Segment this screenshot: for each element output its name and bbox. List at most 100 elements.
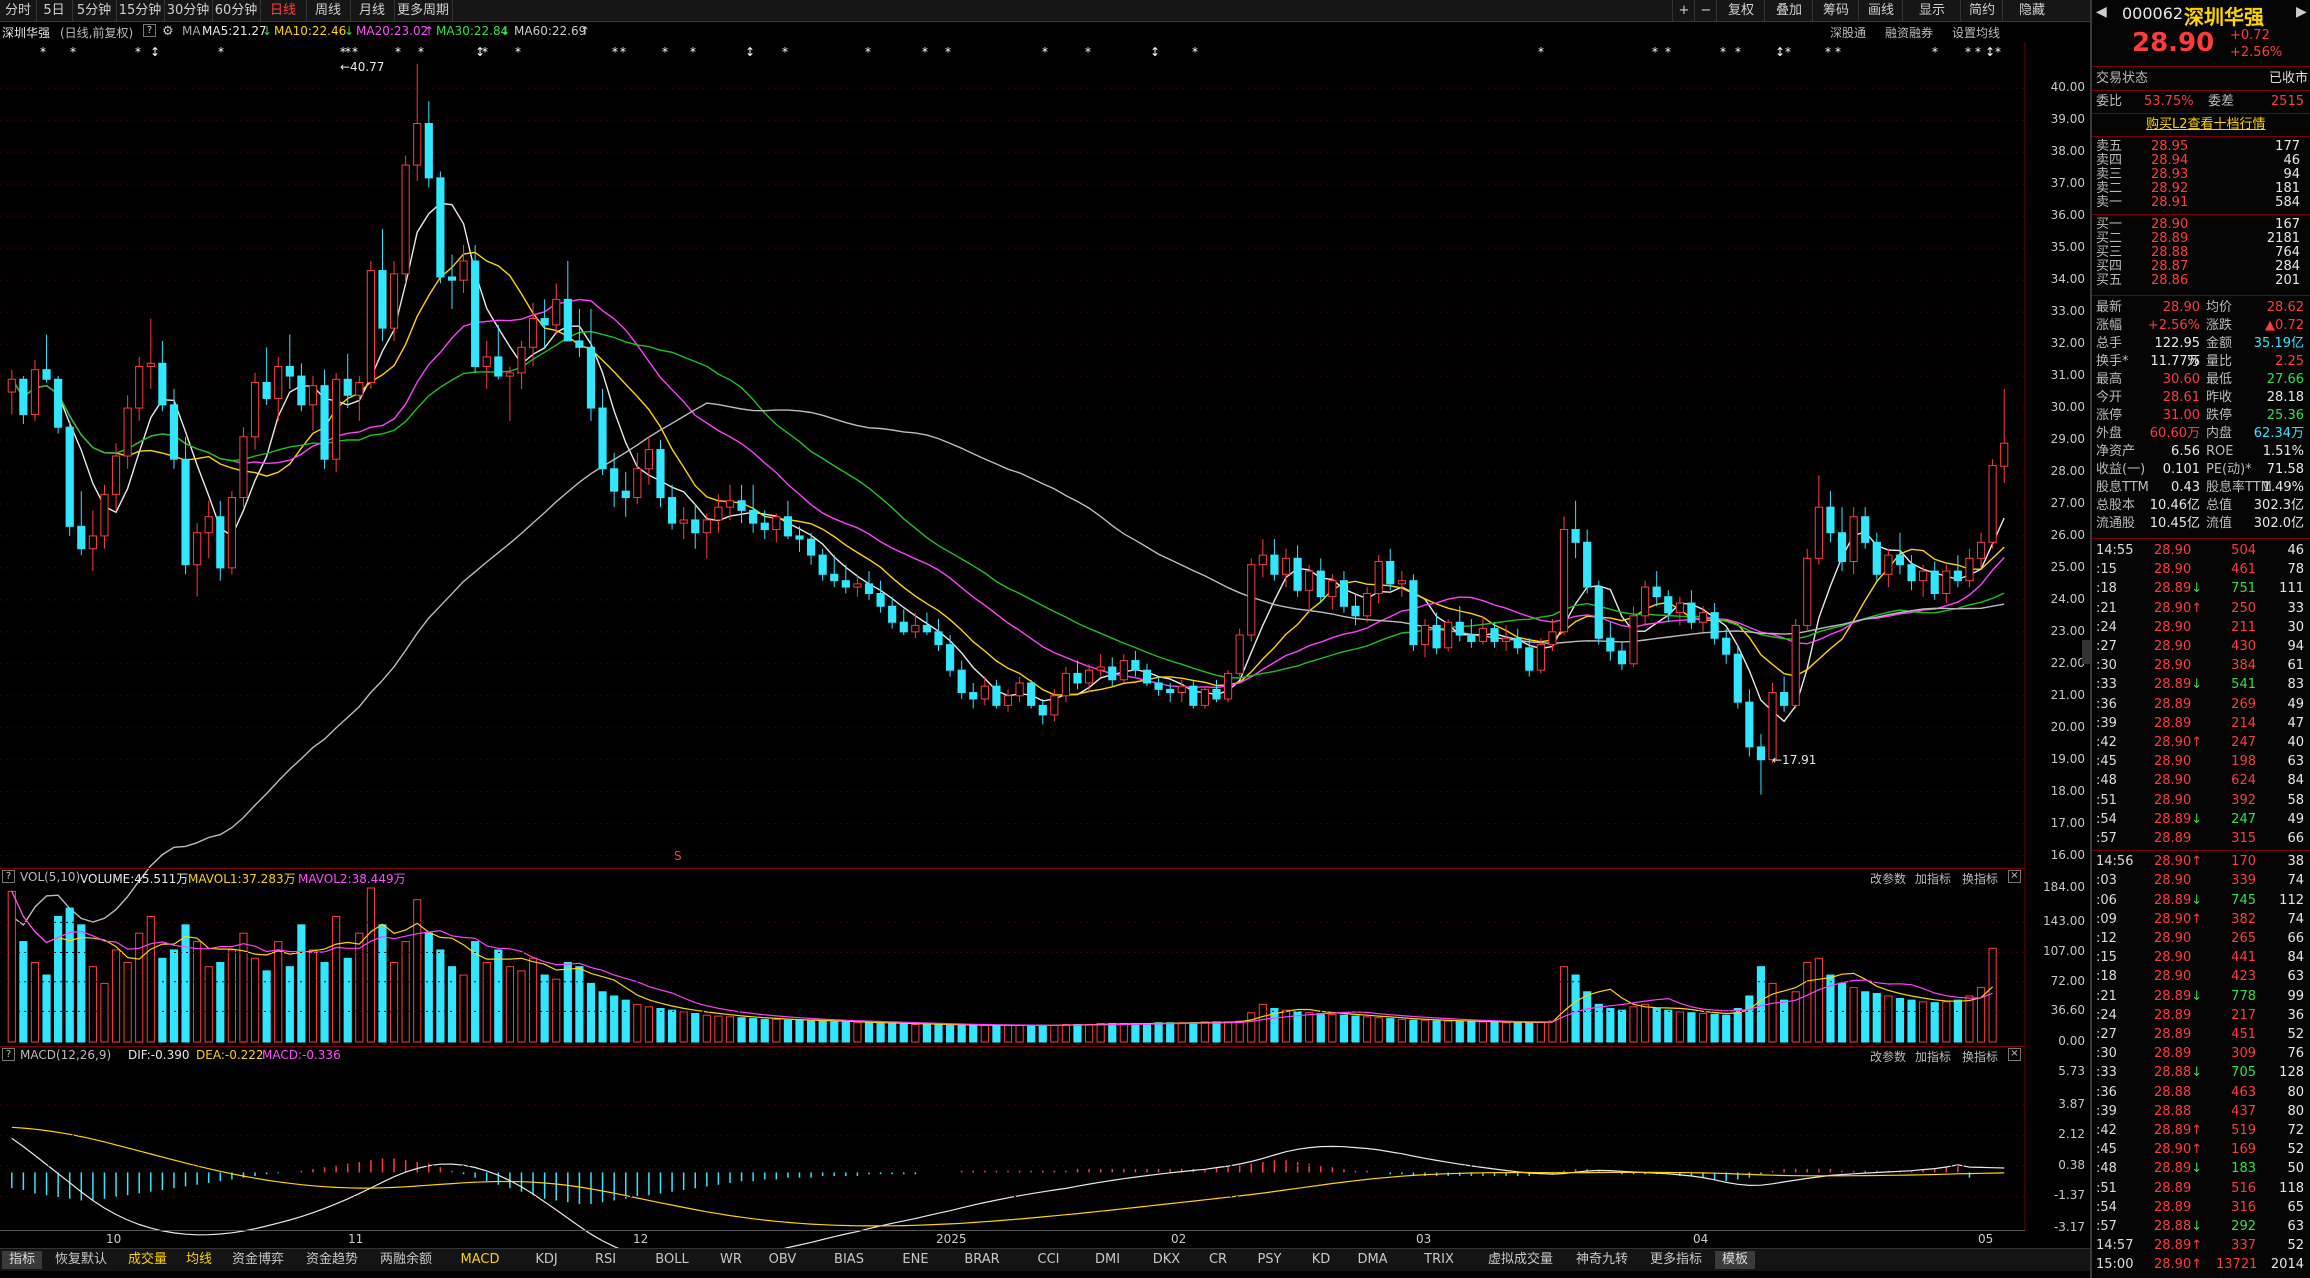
period-tab-6[interactable]: 日线 [260, 0, 307, 21]
candle-body [1617, 650, 1627, 665]
period-tab-1[interactable]: 5日 [36, 0, 73, 21]
tool-0[interactable]: + [1672, 0, 1695, 21]
indicator-tab-10[interactable]: BOLL [637, 1251, 707, 1269]
indicator-tab-1[interactable]: 恢复默认 [46, 1251, 116, 1269]
volume-bar [679, 1011, 688, 1043]
indicator-tab-7[interactable]: MACD [445, 1251, 515, 1269]
tick-price: 28.90 [2154, 639, 2192, 654]
period-tab-5[interactable]: 60分钟 [212, 0, 261, 21]
indicator-tab-18[interactable]: DKX [1139, 1251, 1194, 1269]
sell-price[interactable]: 28.95 [2151, 140, 2188, 154]
period-tab-9[interactable]: 更多周期 [394, 0, 453, 21]
volume-add-indicator[interactable]: 加指标 [1915, 870, 1951, 887]
indicator-tab-6[interactable]: 两融余额 [371, 1251, 441, 1269]
prev-stock-icon[interactable]: ◀ [2096, 4, 2107, 20]
event-marker: * [135, 45, 141, 59]
buy-price[interactable]: 28.89 [2151, 232, 2188, 246]
kline-chart[interactable]: * * * ↕ * * * * * * ↕* * * * * * ↕ * * * * * * ↕ * * * * * * ↕ * * * * * * ↕ * [0, 42, 2090, 1248]
indicator-tab-8[interactable]: KDJ [519, 1251, 574, 1269]
indicator-tab-27[interactable]: 模板 [1715, 1251, 1755, 1269]
indicator-tab-22[interactable]: DMA [1345, 1251, 1400, 1269]
volume-bar [864, 1022, 874, 1043]
indicator-tab-4[interactable]: 资金博弈 [223, 1251, 293, 1269]
indicator-tab-19[interactable]: CR [1198, 1251, 1238, 1269]
tick-count: 36 [2287, 1007, 2304, 1023]
macd-swap-indicator[interactable]: 换指标 [1962, 1048, 1998, 1065]
indicator-tab-20[interactable]: PSY [1242, 1251, 1297, 1269]
period-tab-8[interactable]: 月线 [350, 0, 395, 21]
buy-price[interactable]: 28.86 [2151, 274, 2188, 288]
candle [285, 334, 294, 389]
buy-price[interactable]: 28.87 [2151, 260, 2188, 274]
tool-6[interactable]: 显示 [1902, 0, 1961, 21]
buy-price[interactable]: 28.90 [2151, 218, 2188, 232]
macd-edit-params[interactable]: 改参数 [1870, 1048, 1906, 1065]
indicator-tab-21[interactable]: KD [1301, 1251, 1341, 1269]
indicator-tab-5[interactable]: 资金趋势 [297, 1251, 367, 1269]
macd-close-icon[interactable]: × [2008, 1048, 2021, 1061]
candle [586, 308, 596, 421]
link-ma-settings[interactable]: 设置均线 [1952, 24, 2000, 41]
sell-price[interactable]: 28.92 [2151, 182, 2188, 196]
volume-swap-indicator[interactable]: 换指标 [1962, 870, 1998, 887]
indicator-tab-11[interactable]: WR [711, 1251, 751, 1269]
candle-body [1270, 554, 1279, 575]
indicator-tab-26[interactable]: 更多指标 [1641, 1251, 1711, 1269]
sell-price[interactable]: 28.91 [2151, 196, 2188, 210]
indicator-tab-24[interactable]: 虚拟成交量 [1478, 1251, 1563, 1269]
volume-close-icon[interactable]: × [2008, 870, 2021, 883]
indicator-tab-2[interactable]: 成交量 [120, 1251, 175, 1269]
period-tab-7[interactable]: 周线 [306, 0, 351, 21]
price-tick: 37.00 [2050, 176, 2085, 191]
tick-row: :39 28.88 437 80 [2096, 1103, 2308, 1121]
tool-5[interactable]: 画线 [1858, 0, 1903, 21]
indicator-tab-12[interactable]: OBV [755, 1251, 810, 1269]
indicator-tab-17[interactable]: DMI [1080, 1251, 1135, 1269]
volume-bar [1768, 982, 1777, 1043]
indicator-tab-25[interactable]: 神奇九转 [1567, 1251, 1637, 1269]
indicator-tab-13[interactable]: BIAS [814, 1251, 884, 1269]
help-icon[interactable]: ? [143, 24, 156, 37]
period-tab-4[interactable]: 30分钟 [164, 0, 213, 21]
sell-price[interactable]: 28.94 [2151, 154, 2188, 168]
candle [598, 388, 607, 476]
volume-help-icon[interactable]: ? [2, 870, 15, 883]
indicator-tab-23[interactable]: TRIX [1404, 1251, 1474, 1269]
l2-purchase-link[interactable]: 购买L2查看十档行情 [2146, 116, 2266, 134]
indicator-tab-16[interactable]: CCI [1021, 1251, 1076, 1269]
buy-price[interactable]: 28.88 [2151, 246, 2188, 260]
candle-body [1722, 637, 1731, 655]
indicator-tab-0[interactable]: 指标 [2, 1251, 42, 1269]
macd-help-icon[interactable]: ? [2, 1048, 15, 1061]
indicator-tab-15[interactable]: BRAR [947, 1251, 1017, 1269]
candle-body [413, 123, 422, 166]
tool-4[interactable]: 筹码 [1812, 0, 1859, 21]
period-tab-0[interactable]: 分时 [0, 0, 37, 21]
tick-price: 28.90 [2154, 969, 2192, 985]
tool-7[interactable]: 简约 [1960, 0, 2003, 21]
gear-icon[interactable]: ⚙ [162, 24, 174, 39]
tool-1[interactable]: − [1694, 0, 1717, 21]
period-tab-3[interactable]: 15分钟 [116, 0, 165, 21]
tick-time: :36 [2096, 1084, 2117, 1100]
volume-bar [656, 1008, 665, 1043]
macd-tick: -1.37 [2053, 1188, 2085, 1203]
macd-add-indicator[interactable]: 加指标 [1915, 1048, 1951, 1065]
tool-3[interactable]: 叠加 [1764, 0, 1813, 21]
stat-label: PE(动)* [2206, 462, 2252, 477]
tool-8[interactable]: 隐藏 [2002, 0, 2061, 21]
indicator-tab-9[interactable]: RSI [578, 1251, 633, 1269]
indicator-tab-3[interactable]: 均线 [179, 1251, 219, 1269]
tool-2[interactable]: 复权 [1716, 0, 1765, 21]
next-stock-icon[interactable]: ▶ [2296, 4, 2307, 20]
tick-price: 28.90 [2154, 792, 2192, 808]
tick-list[interactable]: 14:55 28.90 504 46:15 28.90 461 78:18 28.89↓ 751… [2092, 540, 2310, 1278]
period-tab-2[interactable]: 5分钟 [72, 0, 117, 21]
price-tick: 25.00 [2050, 559, 2085, 574]
volume-edit-params[interactable]: 改参数 [1870, 870, 1906, 887]
link-hk-connect[interactable]: 深股通 [1830, 24, 1866, 41]
link-margin[interactable]: 融资融券 [1885, 24, 1933, 41]
sell-price[interactable]: 28.93 [2151, 168, 2188, 182]
quote-panel-collapse-handle[interactable] [2082, 640, 2090, 664]
indicator-tab-14[interactable]: ENE [888, 1251, 943, 1269]
